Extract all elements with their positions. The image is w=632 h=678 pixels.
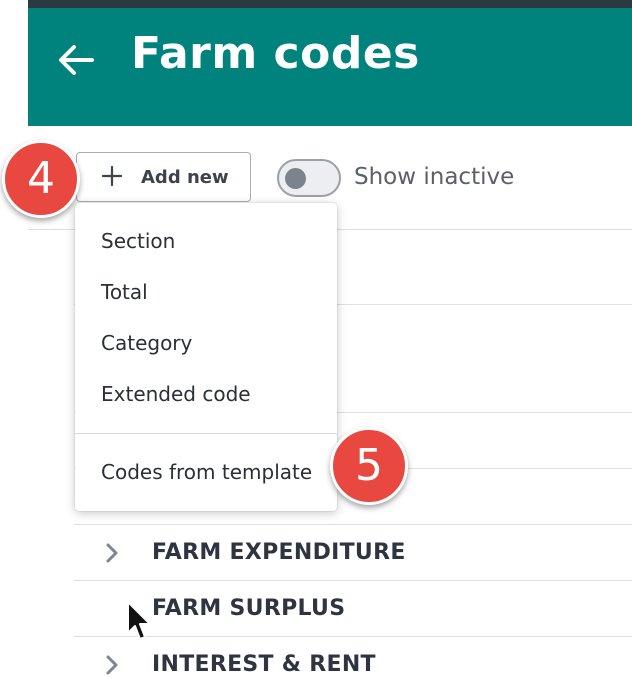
page-title: Farm codes xyxy=(131,28,420,79)
list-item-farm-surplus[interactable]: FARM SURPLUS xyxy=(74,581,632,637)
menu-item-total[interactable]: Total xyxy=(75,270,337,314)
chevron-right-icon[interactable] xyxy=(102,653,122,677)
step-4-annotation-badge: 4 xyxy=(2,140,80,218)
list-item-farm-expenditure[interactable]: FARM EXPENDITURE xyxy=(74,525,632,581)
list-item-label: FARM EXPENDITURE xyxy=(152,540,406,565)
arrow-left-icon xyxy=(59,45,94,75)
menu-item-label: Category xyxy=(101,331,193,355)
menu-item-extended-code[interactable]: Extended code xyxy=(75,372,337,416)
menu-item-label: Total xyxy=(101,280,148,304)
chevron-right-icon[interactable] xyxy=(102,541,122,565)
step-5-annotation-badge: 5 xyxy=(330,427,408,505)
add-new-dropdown-menu: Section Total Category Extended code Cod… xyxy=(75,203,337,511)
menu-item-label: Codes from template xyxy=(101,460,313,484)
add-new-label: Add new xyxy=(141,167,229,188)
list-item-label: INTEREST & RENT xyxy=(152,652,376,677)
back-button[interactable] xyxy=(52,36,100,84)
menu-item-section[interactable]: Section xyxy=(75,219,337,263)
list-item-interest-rent[interactable]: INTEREST & RENT xyxy=(74,637,632,678)
show-inactive-toggle[interactable] xyxy=(277,159,341,197)
mouse-pointer-icon xyxy=(127,601,151,640)
toggle-knob xyxy=(285,168,306,189)
show-inactive-label: Show inactive xyxy=(354,164,515,190)
menu-item-codes-from-template[interactable]: Codes from template xyxy=(75,450,337,494)
menu-item-category[interactable]: Category xyxy=(75,321,337,365)
add-new-button[interactable]: Add new xyxy=(76,152,251,202)
plus-icon xyxy=(101,165,123,187)
menu-item-label: Section xyxy=(101,229,176,253)
menu-item-label: Extended code xyxy=(101,382,251,406)
list-item-label: FARM SURPLUS xyxy=(152,596,346,621)
menu-divider xyxy=(75,433,337,434)
top-strip xyxy=(28,0,632,8)
